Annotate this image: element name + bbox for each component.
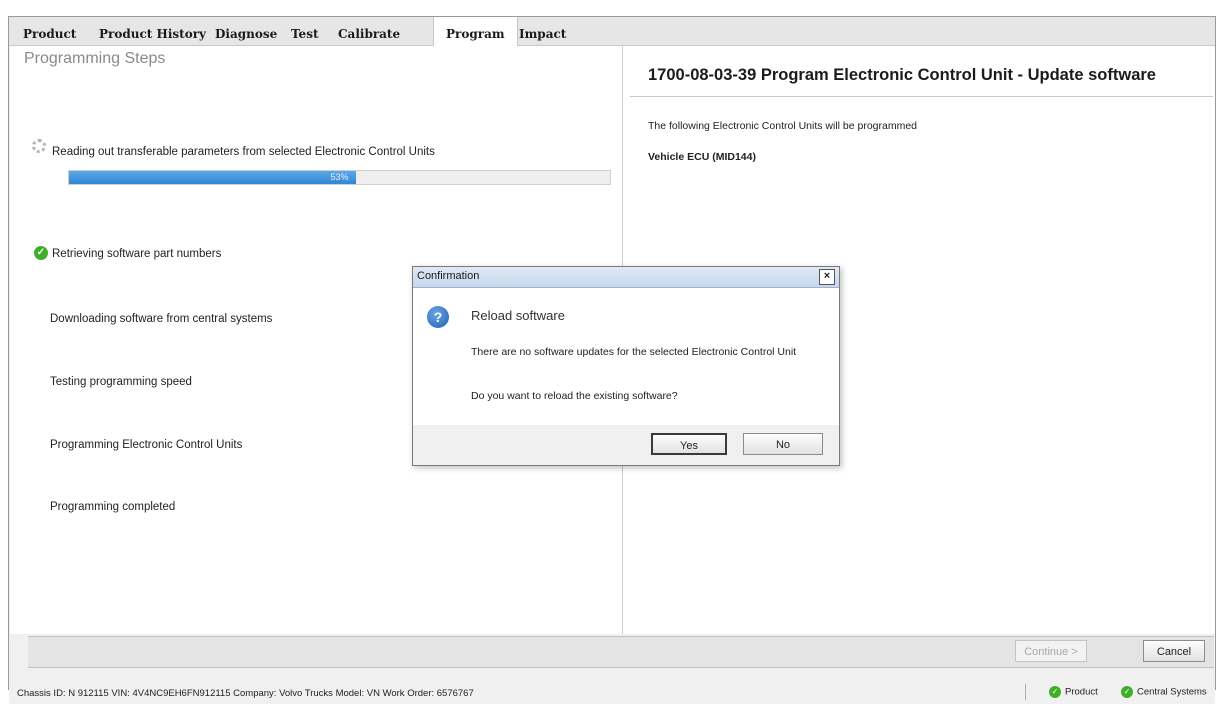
steps-title: Programming Steps (24, 50, 166, 67)
central-check-icon: ✓ (1121, 686, 1133, 698)
close-icon[interactable]: × (819, 269, 835, 285)
step-testing: Testing programming speed (50, 376, 192, 388)
tab-calibrate[interactable]: Calibrate (332, 17, 406, 45)
central-status-label: Central Systems (1137, 686, 1207, 698)
dialog-title: Confirmation (417, 270, 480, 282)
tab-impact[interactable]: Impact (513, 17, 572, 45)
tab-test[interactable]: Test (285, 17, 325, 45)
action-bar: Continue > Cancel (28, 636, 1214, 668)
ecu-name: Vehicle ECU (MID144) (648, 151, 756, 163)
central-systems-status: ✓ Central Systems (1121, 686, 1207, 698)
no-button[interactable]: No (743, 433, 823, 455)
product-check-icon: ✓ (1049, 686, 1061, 698)
progress-percent: 53% (330, 172, 349, 182)
step-retrieving: Retrieving software part numbers (52, 248, 222, 260)
dialog-message: There are no software updates for the se… (471, 346, 797, 358)
tab-diagnose[interactable]: Diagnose (209, 17, 283, 45)
tab-program[interactable]: Program (433, 17, 518, 46)
status-bar: Chassis ID: N 912115 VIN: 4V4NC9EH6FN912… (9, 680, 1215, 704)
dialog-body: ? Reload software There are no software … (413, 288, 839, 425)
tab-product-history[interactable]: Product History (93, 17, 212, 45)
step-programming: Programming Electronic Control Units (50, 439, 243, 451)
ecu-intro-text: The following Electronic Control Units w… (648, 120, 918, 132)
product-status: ✓ Product (1049, 686, 1098, 698)
tab-bar: Product Product History Diagnose Test Ca… (9, 17, 1215, 46)
cancel-button[interactable]: Cancel (1143, 640, 1205, 662)
check-icon: ✓ (34, 246, 48, 260)
dialog-titlebar: Confirmation × (413, 267, 839, 288)
dialog-question: Do you want to reload the existing softw… (471, 390, 678, 402)
loading-spinner-icon (32, 139, 46, 153)
step-completed: Programming completed (50, 501, 176, 513)
tab-product[interactable]: Product (17, 17, 82, 45)
page-title: 1700-08-03-39 Program Electronic Control… (648, 66, 1156, 84)
question-icon: ? (427, 306, 449, 328)
continue-button[interactable]: Continue > (1015, 640, 1087, 662)
current-step-label: Reading out transferable parameters from… (52, 146, 435, 158)
title-divider (630, 96, 1213, 97)
dialog-heading: Reload software (471, 308, 565, 323)
status-divider (1025, 684, 1026, 700)
vehicle-info: Chassis ID: N 912115 VIN: 4V4NC9EH6FN912… (17, 688, 474, 699)
yes-button[interactable]: Yes (651, 433, 727, 455)
product-status-label: Product (1065, 686, 1098, 698)
confirmation-dialog: Confirmation × ? Reload software There a… (412, 266, 840, 466)
step-downloading: Downloading software from central system… (50, 313, 273, 325)
progress-bar: 53% (68, 170, 611, 185)
